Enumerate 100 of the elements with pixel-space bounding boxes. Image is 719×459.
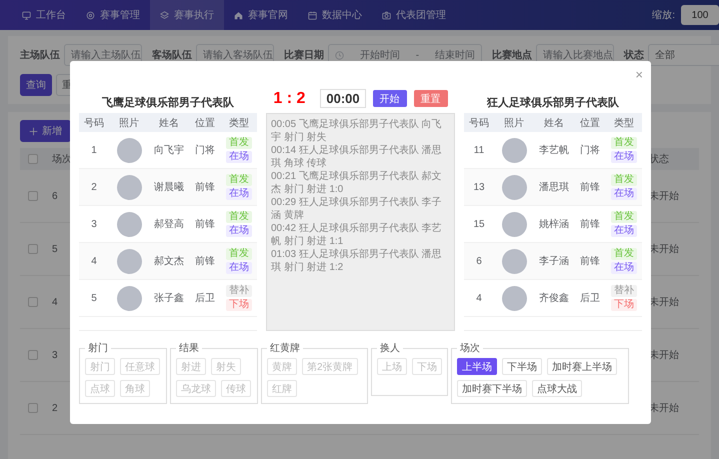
status-tag: 首发 bbox=[226, 211, 252, 223]
checkbox[interactable] bbox=[28, 350, 38, 360]
avatar-placeholder bbox=[502, 248, 526, 274]
log-entry: 01:03 狂人足球俱乐部男子代表队 潘思琪 射门 射进 1:2 bbox=[271, 248, 443, 274]
status-tag: 首发 bbox=[611, 174, 637, 186]
status-tag: 替补 bbox=[611, 285, 637, 297]
checkbox[interactable] bbox=[28, 244, 38, 254]
table-cell-text: 郝文杰 bbox=[153, 254, 185, 268]
log-entry: 00:14 狂人足球俱乐部男子代表队 潘思琪 角球 传球 bbox=[271, 144, 443, 170]
filter-label: 比赛地点 bbox=[492, 48, 532, 62]
table-cell-text: 李艺帆 bbox=[538, 144, 570, 157]
nav-item[interactable]: 代表团管理 bbox=[372, 0, 456, 30]
nav-item[interactable]: 工作台 bbox=[12, 0, 76, 30]
table-cell-text: 前锋 bbox=[579, 255, 601, 268]
group-title: 场次 bbox=[459, 342, 481, 355]
column-header: 照片 bbox=[503, 116, 525, 130]
column-header: 位置 bbox=[579, 116, 601, 130]
monitor-icon bbox=[22, 10, 31, 20]
table-cell-text: 门将 bbox=[579, 144, 601, 157]
start-button[interactable]: 开始 bbox=[372, 90, 407, 107]
column-header: 姓名 bbox=[158, 116, 180, 130]
zoom-label: 缩放: bbox=[652, 8, 675, 22]
group-title: 红黄牌 bbox=[269, 342, 301, 355]
table-cell-text: 3 bbox=[90, 218, 98, 230]
avatar-placeholder bbox=[116, 138, 142, 162]
range-separator: - bbox=[416, 50, 420, 60]
table-cell-text: 郝登高 bbox=[153, 218, 185, 231]
filter-label: 主场队伍 bbox=[20, 48, 60, 62]
table-cell-text: 2 bbox=[90, 182, 98, 192]
checkbox[interactable] bbox=[28, 154, 38, 164]
log-entry: 00:05 飞鹰足球俱乐部男子代表队 向飞宇 射门 射失 bbox=[271, 118, 443, 144]
home-icon bbox=[234, 10, 243, 20]
table-cell-text: 5 bbox=[90, 292, 98, 304]
reset-button[interactable]: 重置 bbox=[414, 90, 448, 107]
status-tag: 在场 bbox=[226, 225, 252, 237]
table-cell-text: 张子鑫 bbox=[153, 292, 185, 305]
status-tag: 首发 bbox=[226, 174, 252, 186]
status-tag: 在场 bbox=[611, 151, 637, 163]
layers-icon bbox=[160, 10, 169, 20]
search-button[interactable]: 查询 bbox=[20, 74, 52, 96]
column-header: 类型 bbox=[613, 116, 635, 130]
status-tag: 在场 bbox=[611, 188, 637, 200]
avatar-placeholder bbox=[116, 174, 142, 200]
status-tag: 下场 bbox=[611, 299, 637, 311]
option-button[interactable]: 上半场 bbox=[457, 358, 497, 375]
nav-item[interactable]: 赛事官网 bbox=[224, 0, 298, 30]
table-cell-text: 齐俊鑫 bbox=[538, 292, 570, 305]
checkbox[interactable] bbox=[28, 297, 38, 307]
checkbox[interactable] bbox=[28, 191, 38, 201]
option-button[interactable]: 下半场 bbox=[502, 358, 542, 375]
table-cell-text: 向飞宇 bbox=[153, 144, 185, 157]
avatar-placeholder bbox=[502, 212, 526, 236]
group-title: 换人 bbox=[379, 342, 401, 355]
status-tag: 首发 bbox=[226, 137, 252, 149]
table-cell-text: 5 bbox=[52, 244, 59, 254]
table-cell-text: 姚梓涵 bbox=[538, 218, 570, 231]
end-placeholder: 结束时间 bbox=[434, 48, 475, 62]
table-cell-text: 11 bbox=[472, 144, 486, 156]
filter-label: 比赛日期 bbox=[284, 48, 324, 62]
status-tag: 首发 bbox=[611, 248, 637, 260]
table-cell-text: 13 bbox=[472, 182, 486, 192]
add-button[interactable]: 新增 bbox=[20, 120, 71, 142]
table-cell-text: 2 bbox=[52, 402, 59, 414]
table-cell-text: 前锋 bbox=[194, 218, 216, 231]
status-tag: 在场 bbox=[226, 151, 252, 163]
status-tag: 首发 bbox=[611, 211, 637, 223]
column-header: 姓名 bbox=[543, 116, 565, 130]
avatar-placeholder bbox=[502, 286, 526, 310]
table-cell-text: 潘思琪 bbox=[538, 180, 570, 194]
start-placeholder: 开始时间 bbox=[360, 48, 400, 62]
table-cell-text: 6 bbox=[52, 190, 59, 202]
table-cell-text: 前锋 bbox=[194, 255, 216, 268]
option-button[interactable]: 点球大战 bbox=[532, 380, 582, 397]
nav-item[interactable]: 赛事管理 bbox=[76, 0, 150, 30]
column-header: 号码 bbox=[468, 116, 490, 130]
status-tag: 下场 bbox=[226, 299, 252, 311]
table-cell-text: 15 bbox=[472, 218, 486, 230]
option-button[interactable]: 加时赛下半场 bbox=[457, 380, 527, 397]
avatar-placeholder bbox=[116, 212, 142, 236]
column-header: 类型 bbox=[228, 116, 250, 130]
select-field[interactable]: 全部 bbox=[648, 44, 719, 66]
table-cell-text: 4 bbox=[90, 256, 98, 266]
table-cell-text: 前锋 bbox=[194, 181, 216, 194]
status-tag: 首发 bbox=[226, 248, 252, 260]
table-cell-text: 3 bbox=[52, 350, 59, 360]
status-tag: 在场 bbox=[226, 262, 252, 274]
nav-item[interactable]: 数据中心 bbox=[298, 0, 372, 30]
camera-icon bbox=[382, 10, 391, 20]
avatar-placeholder bbox=[116, 286, 142, 310]
checkbox[interactable] bbox=[28, 403, 38, 413]
option-button[interactable]: 加时赛上半场 bbox=[547, 358, 617, 375]
table-cell-text: 后卫 bbox=[579, 292, 601, 305]
table-cell-text: 4 bbox=[475, 292, 483, 304]
zoom-field[interactable]: 100 bbox=[681, 5, 719, 25]
column-header: 号码 bbox=[83, 116, 105, 130]
table-cell-text: 前锋 bbox=[579, 218, 601, 231]
status-tag: 在场 bbox=[226, 188, 252, 200]
log-entry: 00:42 狂人足球俱乐部男子代表队 李艺帆 射门 射进 1:1 bbox=[271, 222, 443, 248]
close-button[interactable]: × bbox=[635, 67, 643, 82]
gear-icon bbox=[86, 10, 95, 20]
